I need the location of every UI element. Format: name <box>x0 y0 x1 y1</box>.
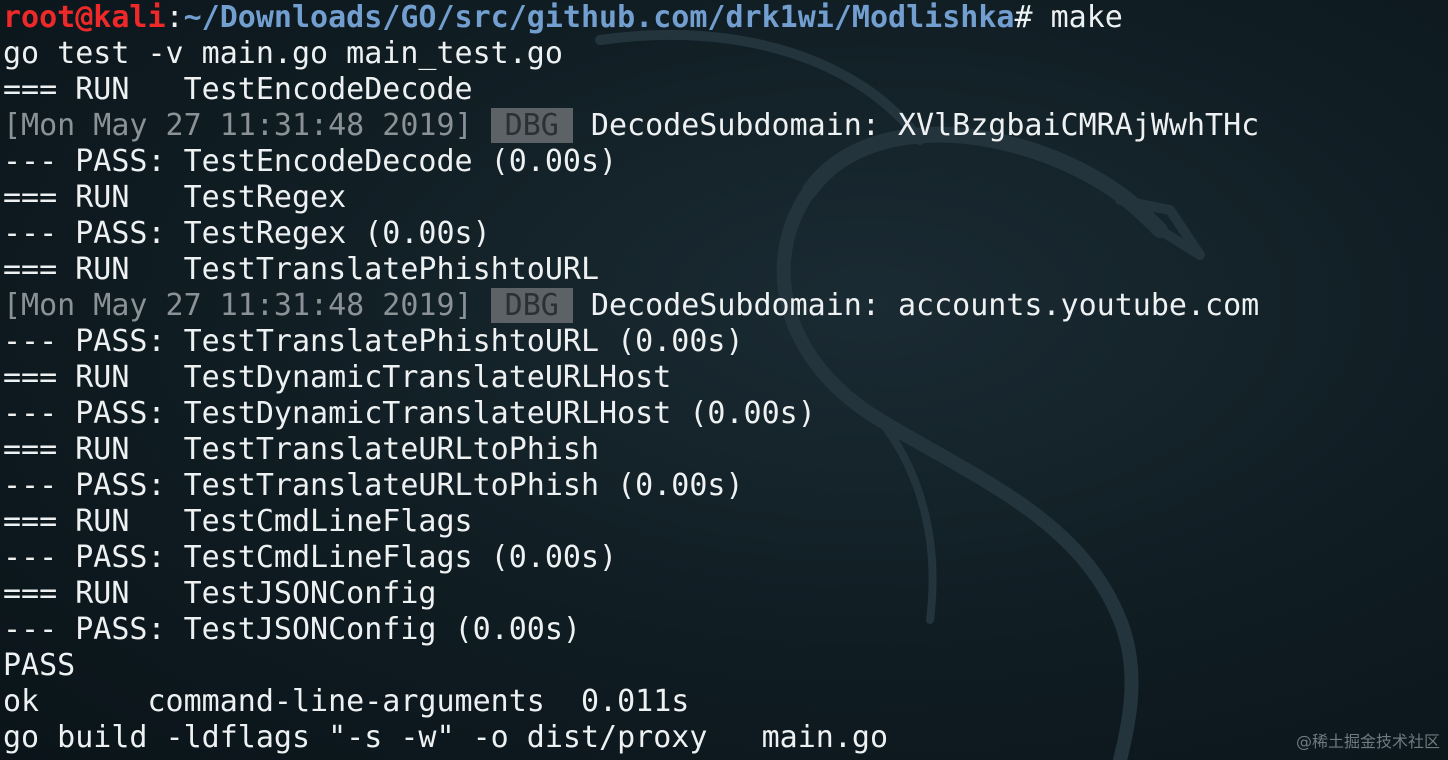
debug-level-badge: DBG <box>490 288 573 323</box>
debug-message: DecodeSubdomain: accounts.youtube.com <box>590 288 1260 323</box>
debug-timestamp: [Mon May 27 11:31:48 2019] <box>3 108 473 143</box>
prompt-command: make <box>1050 0 1123 35</box>
output-line: go test -v main.go main_test.go <box>3 36 563 71</box>
output-line: --- PASS: TestJSONConfig (0.00s) <box>3 612 581 647</box>
output-line: ok command-line-arguments 0.011s <box>3 684 690 719</box>
output-line: --- PASS: TestDynamicTranslateURLHost (0… <box>3 396 816 431</box>
debug-line: [Mon May 27 11:31:48 2019] DBG DecodeSub… <box>3 288 1259 324</box>
output-line: PASS <box>3 648 76 683</box>
output-line: === RUN TestTranslateURLtoPhish <box>3 432 600 467</box>
output-line: --- PASS: TestTranslatePhishtoURL (0.00s… <box>3 324 744 359</box>
prompt-separator: : <box>165 0 184 35</box>
prompt-hash: # <box>1014 0 1051 35</box>
output-line: === RUN TestJSONConfig <box>3 576 437 611</box>
prompt-path: ~/Downloads/GO/src/github.com/drk1wi/Mod… <box>183 0 1015 35</box>
terminal-window[interactable]: root@kali:~/Downloads/GO/src/github.com/… <box>0 0 1448 760</box>
debug-level-badge: DBG <box>490 108 573 143</box>
output-line: go build -ldflags "-s -w" -o dist/proxy … <box>3 720 889 755</box>
output-line: === RUN TestTranslatePhishtoURL <box>3 252 600 287</box>
debug-message: DecodeSubdomain: XVlBzgbaiCMRAjWwhTHc <box>590 108 1260 143</box>
debug-timestamp: [Mon May 27 11:31:48 2019] <box>3 288 473 323</box>
output-line: --- PASS: TestRegex (0.00s) <box>3 216 491 251</box>
output-line: --- PASS: TestCmdLineFlags (0.00s) <box>3 540 618 575</box>
output-line: === RUN TestDynamicTranslateURLHost <box>3 360 672 395</box>
watermark: @稀土掘金技术社区 <box>1295 732 1440 751</box>
debug-line: [Mon May 27 11:31:48 2019] DBG DecodeSub… <box>3 108 1259 144</box>
prompt-line: root@kali:~/Downloads/GO/src/github.com/… <box>3 0 1259 36</box>
output-line: --- PASS: TestTranslateURLtoPhish (0.00s… <box>3 468 744 503</box>
output-line: === RUN TestEncodeDecode <box>3 72 473 107</box>
output-line: === RUN TestCmdLineFlags <box>3 504 473 539</box>
prompt-user-host: root@kali <box>3 0 166 35</box>
terminal-output: root@kali:~/Downloads/GO/src/github.com/… <box>3 0 1259 756</box>
output-line: === RUN TestRegex <box>3 180 347 215</box>
output-line: --- PASS: TestEncodeDecode (0.00s) <box>3 144 618 179</box>
